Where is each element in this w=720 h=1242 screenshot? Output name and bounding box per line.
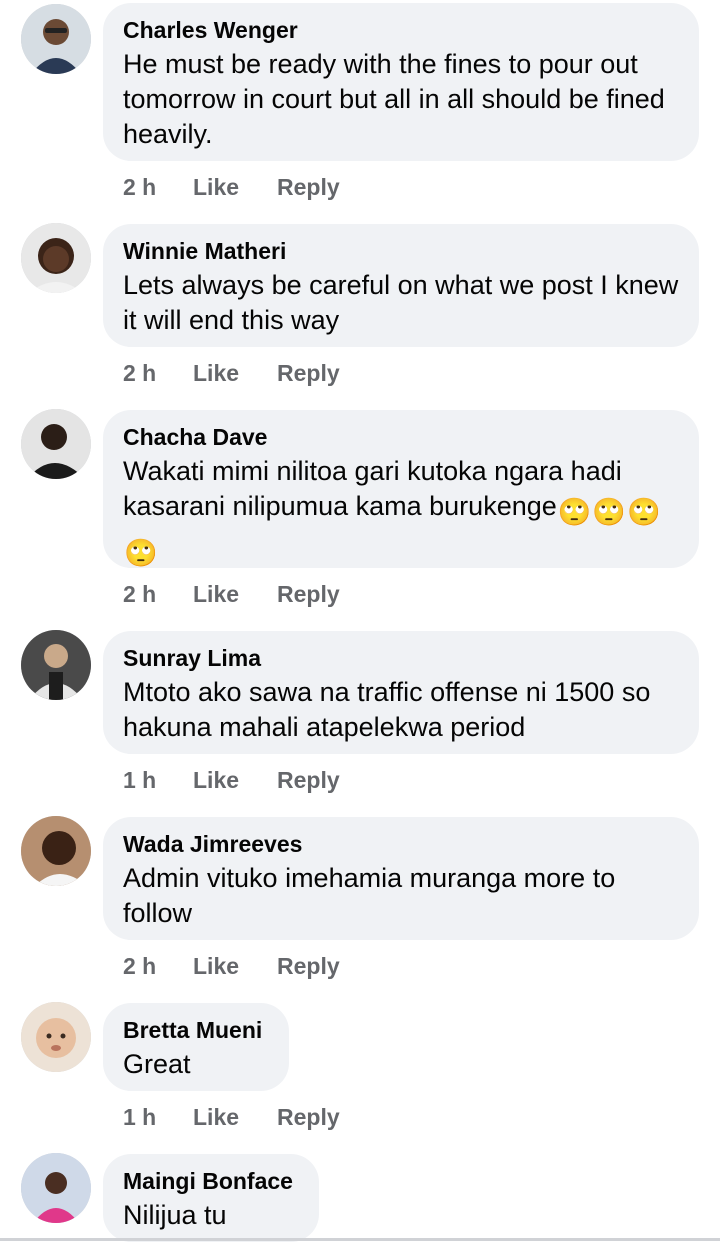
comment-bubble: Maingi Bonface Nilijua tu <box>103 1154 319 1242</box>
baby-avatar-icon <box>21 1002 91 1072</box>
like-button[interactable]: Like <box>193 358 277 388</box>
comment-bubble: Winnie Matheri Lets always be careful on… <box>103 224 699 347</box>
commenter-name[interactable]: Bretta Mueni <box>123 1015 269 1045</box>
avatar[interactable] <box>21 1002 91 1072</box>
like-button[interactable]: Like <box>193 579 277 609</box>
like-button[interactable]: Like <box>193 172 277 202</box>
commenter-name[interactable]: Maingi Bonface <box>123 1166 299 1196</box>
comment-actions: 1 h Like Reply <box>123 765 340 795</box>
commenter-name[interactable]: Charles Wenger <box>123 15 679 45</box>
person-avatar-icon <box>21 4 91 74</box>
comment-actions: 1 h Like Reply <box>123 1102 340 1132</box>
person-avatar-icon <box>21 630 91 700</box>
avatar[interactable] <box>21 409 91 479</box>
commenter-name[interactable]: Wada Jimreeves <box>123 829 679 859</box>
person-avatar-icon <box>21 816 91 886</box>
comment-time[interactable]: 1 h <box>123 765 193 795</box>
comment-actions: 2 h Like Reply <box>123 579 340 609</box>
comment-time[interactable]: 1 h <box>123 1102 193 1132</box>
comment-time[interactable]: 2 h <box>123 579 193 609</box>
comment-time[interactable]: 2 h <box>123 358 193 388</box>
comment-time[interactable]: 2 h <box>123 951 193 981</box>
commenter-name[interactable]: Sunray Lima <box>123 643 679 673</box>
avatar[interactable] <box>21 223 91 293</box>
like-button[interactable]: Like <box>193 1102 277 1132</box>
comment-text: Great <box>123 1049 191 1079</box>
commenter-name[interactable]: Winnie Matheri <box>123 236 679 266</box>
eye-roll-emoji-icon: 🙄 <box>557 497 592 527</box>
comment-text: Nilijua tu <box>123 1200 227 1230</box>
comment-bubble: Bretta Mueni Great <box>103 1003 289 1091</box>
comment-text: Admin vituko imehamia muranga more to fo… <box>123 863 616 928</box>
person-avatar-icon <box>21 1153 91 1223</box>
reply-button[interactable]: Reply <box>277 765 340 795</box>
like-button[interactable]: Like <box>193 951 277 981</box>
reply-button[interactable]: Reply <box>277 1102 340 1132</box>
comment-bubble: Charles Wenger He must be ready with the… <box>103 3 699 161</box>
comment-text: Mtoto ako sawa na traffic offense ni 150… <box>123 677 651 742</box>
avatar[interactable] <box>21 816 91 886</box>
eye-roll-emoji-icon: 🙄 <box>592 497 627 527</box>
reply-button[interactable]: Reply <box>277 951 340 981</box>
comment-text: Wakati mimi nilitoa gari kutoka ngara ha… <box>123 454 679 571</box>
eye-roll-emoji-icon: 🙄 <box>124 538 158 568</box>
eye-roll-emoji-icon: 🙄 <box>627 497 661 527</box>
comment-text-body: Wakati mimi nilitoa gari kutoka ngara ha… <box>123 456 622 521</box>
comment-bubble: Chacha Dave Wakati mimi nilitoa gari kut… <box>103 410 699 568</box>
reply-button[interactable]: Reply <box>277 358 340 388</box>
comment-text: Lets always be careful on what we post I… <box>123 270 679 335</box>
avatar[interactable] <box>21 4 91 74</box>
comment-text: He must be ready with the fines to pour … <box>123 49 665 149</box>
comment-actions: 2 h Like Reply <box>123 358 340 388</box>
person-avatar-icon <box>21 409 91 479</box>
comment-bubble: Sunray Lima Mtoto ako sawa na traffic of… <box>103 631 699 754</box>
avatar[interactable] <box>21 1153 91 1223</box>
avatar[interactable] <box>21 630 91 700</box>
commenter-name[interactable]: Chacha Dave <box>123 422 679 452</box>
comment-actions: 2 h Like Reply <box>123 172 340 202</box>
reply-button[interactable]: Reply <box>277 172 340 202</box>
reply-button[interactable]: Reply <box>277 579 340 609</box>
comment-actions: 2 h Like Reply <box>123 951 340 981</box>
comment-time[interactable]: 2 h <box>123 172 193 202</box>
person-avatar-icon <box>21 223 91 293</box>
comment-bubble: Wada Jimreeves Admin vituko imehamia mur… <box>103 817 699 940</box>
like-button[interactable]: Like <box>193 765 277 795</box>
